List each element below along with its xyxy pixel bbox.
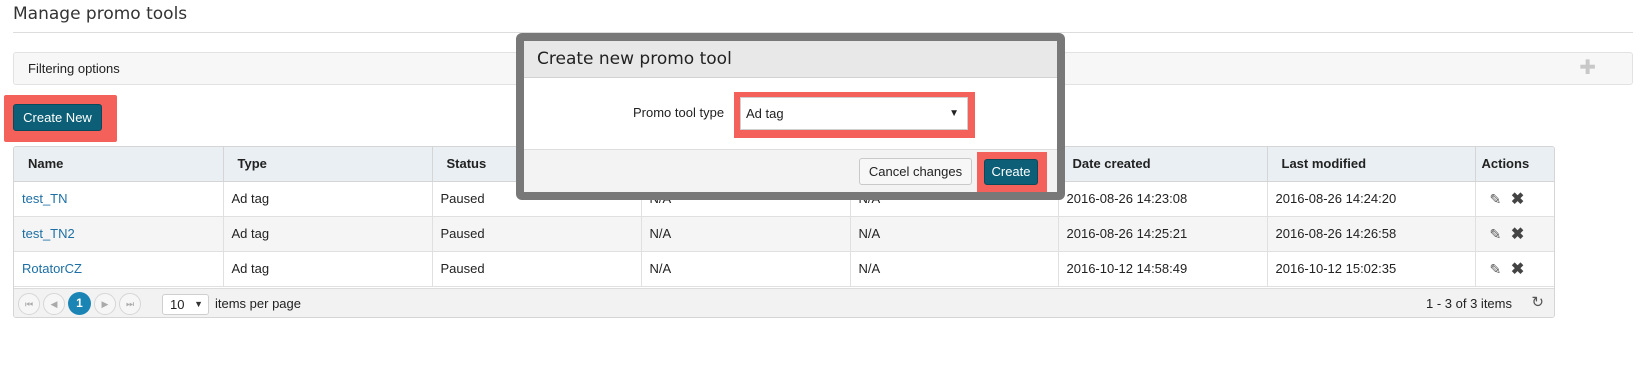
pencil-icon[interactable]: ✎ [1490,191,1502,208]
type-cell: Ad tag [223,216,433,252]
last-modified-cell: 2016-08-26 14:26:58 [1267,216,1476,252]
pager-info: 1 - 3 of 3 items [1426,296,1512,311]
prev-page-icon[interactable]: ◀ [43,293,65,315]
actions-cell: ✎ ✖ [1475,216,1554,252]
date-created-cell: 2016-08-26 14:25:21 [1058,216,1268,252]
type-cell: Ad tag [223,251,433,287]
plus-icon[interactable]: ✚ [1579,57,1596,79]
promo-tool-type-value: Ad tag [746,106,784,121]
cancel-changes-button[interactable]: Cancel changes [859,158,972,185]
col4-cell: N/A [641,251,851,287]
date-created-cell: 2016-10-12 14:58:49 [1058,251,1268,287]
col4-cell: N/A [641,216,851,252]
table-row: RotatorCZ Ad tag Paused N/A N/A 2016-10-… [14,251,1554,287]
date-created-cell: 2016-08-26 14:23:08 [1058,181,1268,217]
column-header-last-modified[interactable]: Last modified [1267,147,1476,182]
col5-cell: N/A [850,251,1059,287]
promo-tool-type-label: Promo tool type [633,105,725,120]
create-button[interactable]: Create [984,159,1038,185]
create-promo-tool-dialog: Create new promo tool Promo tool type Ad… [524,41,1057,192]
last-page-icon[interactable]: ⏭ [119,293,141,315]
items-per-page-label: items per page [215,296,301,311]
column-header-date-created[interactable]: Date created [1058,147,1268,182]
refresh-icon[interactable]: ↻ [1531,293,1544,311]
column-header-name[interactable]: Name [14,147,224,182]
delete-x-icon[interactable]: ✖ [1511,259,1524,279]
column-header-actions: Actions [1475,147,1554,182]
last-modified-cell: 2016-10-12 15:02:35 [1267,251,1476,287]
pencil-icon[interactable]: ✎ [1490,226,1502,243]
page-size-value: 10 [170,297,185,312]
first-page-icon[interactable]: ⏮ [18,293,40,315]
pencil-icon[interactable]: ✎ [1490,261,1502,278]
dialog-title: Create new promo tool [524,41,1057,78]
filtering-options-label: Filtering options [28,61,120,76]
chevron-down-icon: ▼ [949,108,959,119]
status-cell: Paused [432,216,642,252]
dialog-footer: Cancel changes Create [524,149,1057,192]
table-row: test_TN2 Ad tag Paused N/A N/A 2016-08-2… [14,216,1554,252]
promo-tool-type-select[interactable]: Ad tag ▼ [740,97,968,130]
col5-cell: N/A [850,216,1059,252]
next-page-icon[interactable]: ▶ [94,293,116,315]
delete-x-icon[interactable]: ✖ [1511,189,1524,209]
actions-cell: ✎ ✖ [1475,251,1554,287]
status-cell: Paused [432,251,642,287]
create-new-button[interactable]: Create New [13,104,102,131]
pager: ⏮ ◀ 1 ▶ ⏭ 10 ▼ items per page 1 - 3 of 3… [14,288,1554,317]
page-size-select[interactable]: 10 ▼ [162,294,209,315]
promo-tool-name-link[interactable]: test_TN2 [22,226,75,241]
column-header-type[interactable]: Type [223,147,433,182]
type-cell: Ad tag [223,181,433,217]
actions-cell: ✎ ✖ [1475,181,1554,217]
promo-tool-name-link[interactable]: test_TN [22,191,68,206]
current-page-button[interactable]: 1 [68,292,91,315]
last-modified-cell: 2016-08-26 14:24:20 [1267,181,1476,217]
page-title: Manage promo tools [13,4,188,24]
delete-x-icon[interactable]: ✖ [1511,224,1524,244]
chevron-down-icon: ▼ [194,299,203,309]
promo-tool-name-link[interactable]: RotatorCZ [22,261,82,276]
